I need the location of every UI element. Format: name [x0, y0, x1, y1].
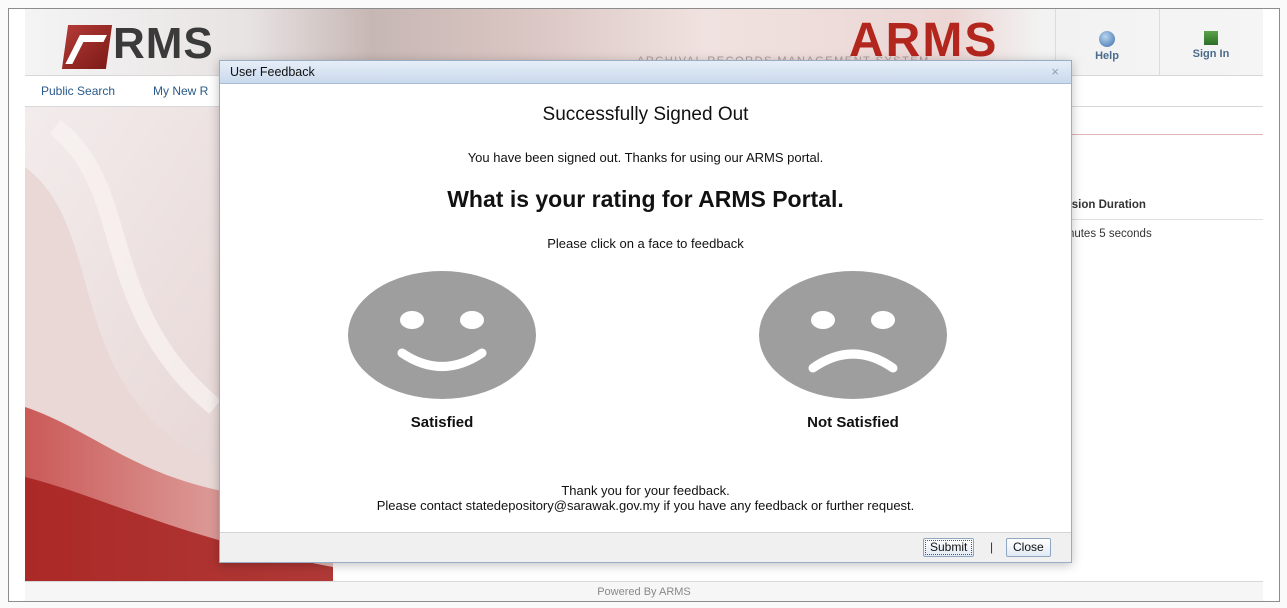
logo-text: RMS [113, 19, 214, 68]
satisfied-face-button[interactable] [347, 270, 537, 400]
sign-in-label: Sign In [1192, 48, 1230, 60]
dialog-titlebar[interactable]: User Feedback × [220, 61, 1071, 84]
signed-out-heading: Successfully Signed Out [542, 104, 749, 125]
close-icon[interactable]: × [1051, 61, 1059, 83]
nav-my-new[interactable]: My New R [153, 84, 208, 98]
not-satisfied-label[interactable]: Not Satisfied [733, 414, 973, 431]
session-divider [1059, 219, 1263, 220]
sad-face-icon [759, 271, 947, 399]
close-button[interactable]: Close [1006, 538, 1051, 557]
signed-out-message: You have been signed out. Thanks for usi… [467, 150, 824, 165]
user-feedback-dialog: User Feedback × Successfully Signed Out … [219, 60, 1072, 563]
site-footer: Powered By ARMS [25, 581, 1263, 601]
satisfied-label[interactable]: Satisfied [322, 414, 562, 431]
help-label: Help [1095, 50, 1119, 62]
rating-instruction: Please click on a face to feedback [547, 236, 744, 251]
submit-button[interactable]: Submit [923, 538, 975, 557]
sign-in-icon [1204, 31, 1218, 45]
session-duration-value: ninutes 5 seconds [1059, 228, 1152, 240]
session-duration-heading: ession Duration [1059, 199, 1146, 211]
smiley-face-icon [348, 271, 536, 399]
dialog-title: User Feedback [230, 65, 315, 79]
button-separator: | [990, 540, 994, 554]
content-divider [1057, 134, 1263, 135]
dialog-footer: Submit | Close [220, 532, 1071, 562]
help-icon [1099, 31, 1115, 47]
arms-logo-icon [61, 25, 113, 69]
thanks-line: Thank you for your feedback. [561, 483, 730, 498]
not-satisfied-face-button[interactable] [758, 270, 948, 400]
sign-in-button[interactable]: Sign In [1159, 9, 1262, 75]
contact-line: Please contact statedepository@sarawak.g… [376, 498, 915, 513]
thanks-message: Thank you for your feedback. Please cont… [220, 483, 1071, 513]
nav-public-search[interactable]: Public Search [41, 84, 115, 98]
rating-question: What is your rating for ARMS Portal. [447, 186, 844, 212]
dialog-body: Successfully Signed Out You have been si… [220, 84, 1071, 534]
